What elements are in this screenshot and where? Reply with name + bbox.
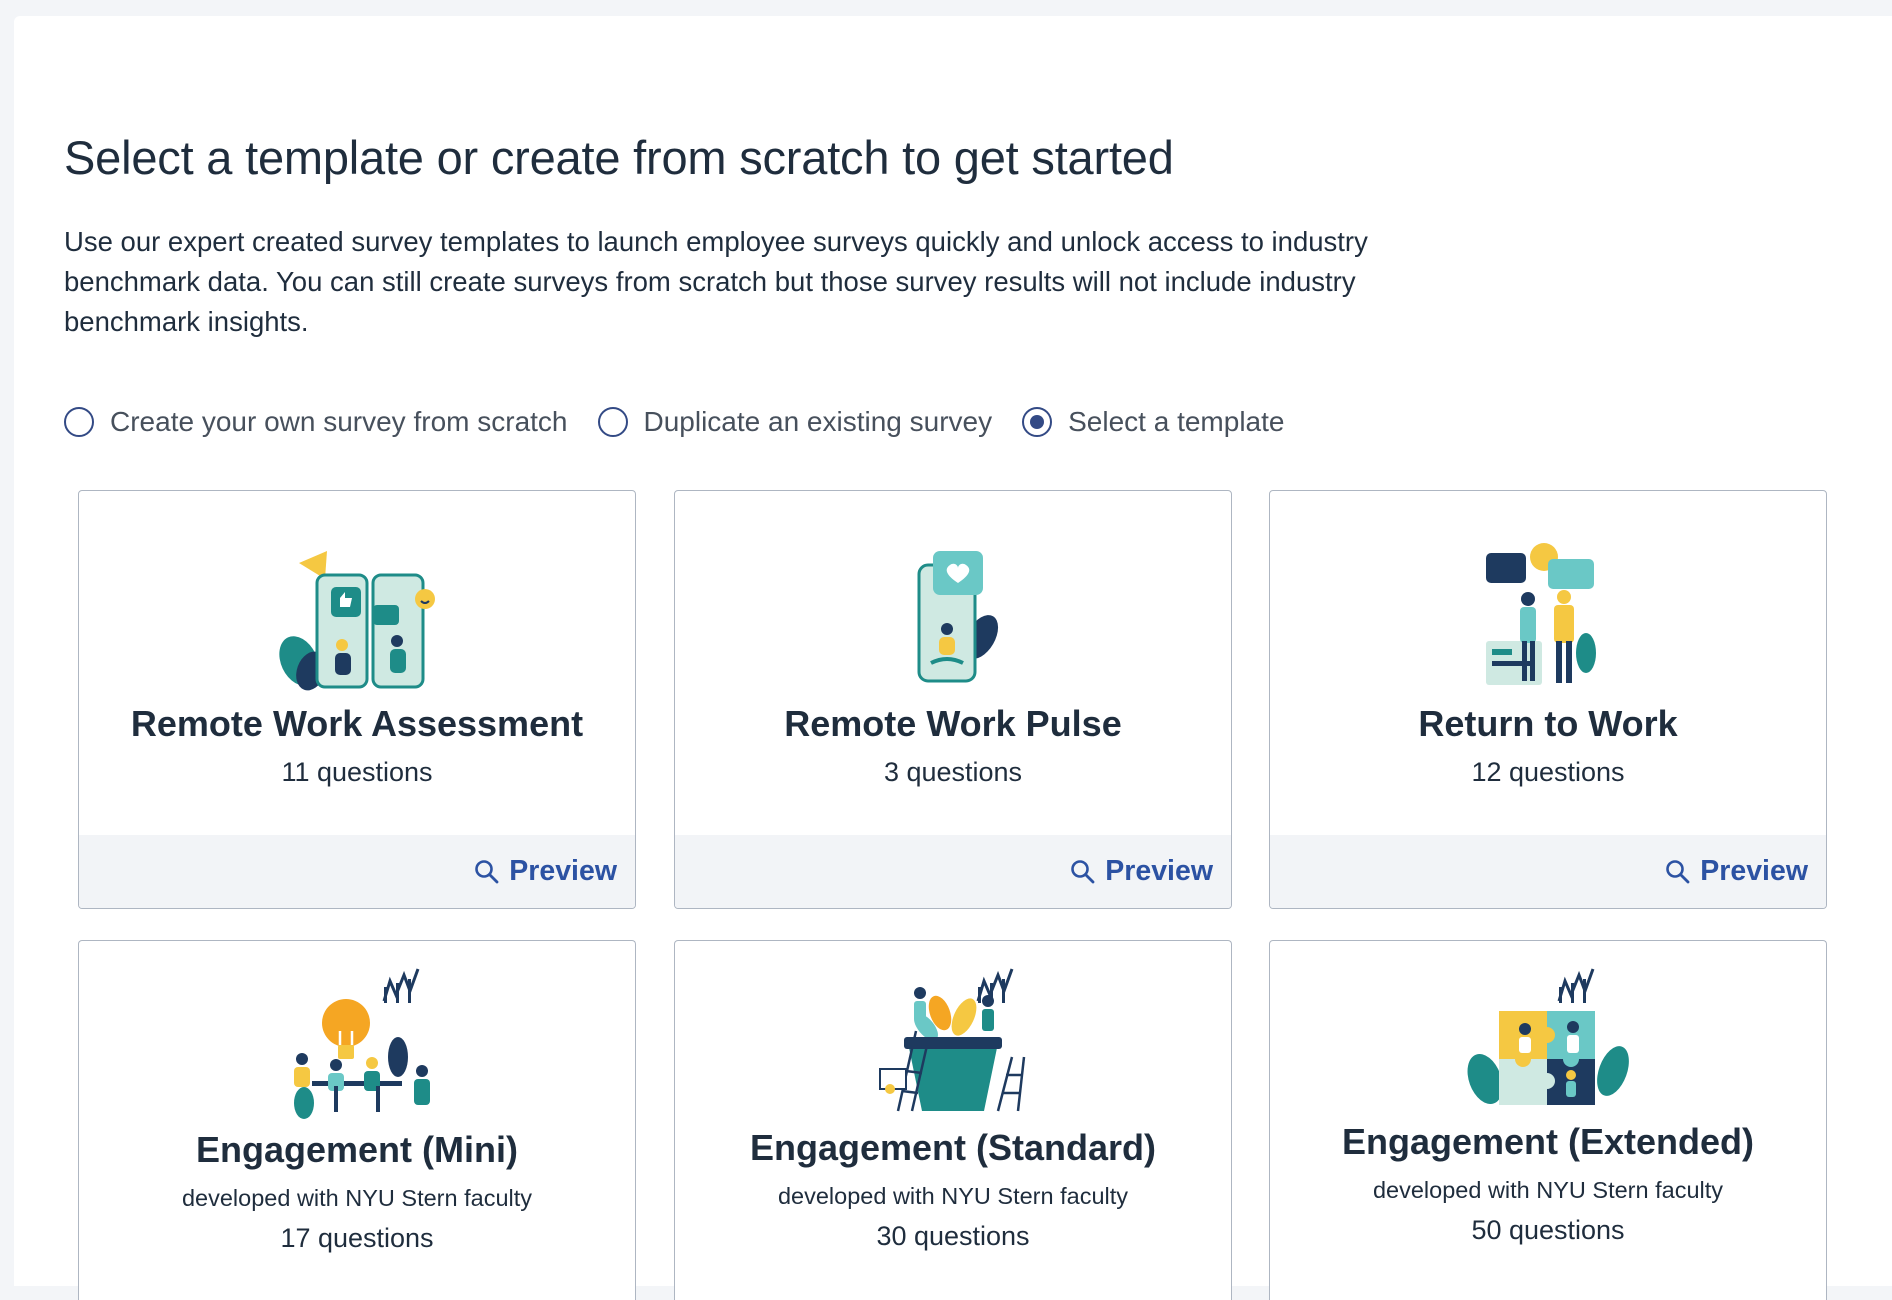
radio-select-template[interactable]	[1022, 407, 1053, 437]
search-icon	[475, 859, 499, 883]
preview-button[interactable]: Preview	[1070, 855, 1213, 888]
template-name: Engagement (Standard)	[749, 1127, 1157, 1168]
template-subtitle: developed with NYU Stern faculty	[1372, 1177, 1724, 1203]
search-icon	[1071, 859, 1095, 883]
card-footer: Preview	[675, 835, 1231, 908]
question-count: 30 questions	[876, 1221, 1030, 1251]
survey-source-options: Create your own survey from scratch Dupl…	[64, 402, 1284, 442]
preview-button[interactable]: Preview	[1665, 855, 1808, 888]
search-icon	[1666, 859, 1690, 883]
template-name: Engagement (Mini)	[196, 1129, 518, 1170]
template-card-engagement-extended[interactable]: Engagement (Extended) developed with NYU…	[1269, 940, 1827, 1300]
puzzle-team-illustration-icon	[1467, 968, 1629, 1105]
growth-pot-illustration-icon	[879, 968, 1026, 1112]
template-subtitle: developed with NYU Stern faculty	[181, 1185, 533, 1211]
template-card-remote-work-pulse[interactable]: Remote Work Pulse 3 questions Preview	[674, 490, 1232, 909]
preview-label: Preview	[1700, 855, 1808, 887]
page-title: Select a template or create from scratch…	[64, 131, 1174, 184]
template-card-return-to-work[interactable]: Return to Work 12 questions Preview	[1269, 490, 1827, 909]
question-count: 50 questions	[1471, 1215, 1625, 1245]
template-name: Return to Work	[1418, 703, 1678, 744]
preview-button[interactable]: Preview	[474, 855, 617, 888]
preview-label: Preview	[509, 855, 617, 887]
page-description: Use our expert created survey templates …	[64, 226, 1368, 337]
question-count: 11 questions	[281, 757, 433, 787]
template-name: Engagement (Extended)	[1341, 1121, 1755, 1162]
card-footer: Preview	[79, 835, 635, 908]
office-handshake-illustration-icon	[1486, 543, 1596, 685]
option-label: Duplicate an existing survey	[643, 406, 993, 437]
option-create-from-scratch[interactable]: Create your own survey from scratch	[64, 406, 568, 438]
template-subtitle: developed with NYU Stern faculty	[777, 1183, 1129, 1209]
template-name: Remote Work Assessment	[130, 703, 584, 744]
template-name: Remote Work Pulse	[784, 703, 1122, 744]
template-card-engagement-standard[interactable]: Engagement (Standard) developed with NYU…	[674, 940, 1232, 1300]
question-count: 12 questions	[1471, 757, 1625, 787]
option-duplicate-existing[interactable]: Duplicate an existing survey	[597, 406, 993, 438]
radio-create-from-scratch[interactable]	[64, 407, 94, 437]
question-count: 3 questions	[883, 757, 1023, 787]
phone-heart-illustration-icon	[917, 551, 999, 683]
card-footer: Preview	[1270, 835, 1826, 908]
remote-work-illustration-icon	[279, 551, 435, 691]
option-label: Select a template	[1068, 406, 1285, 437]
question-count: 17 questions	[280, 1223, 434, 1253]
option-label: Create your own survey from scratch	[110, 406, 568, 437]
lightbulb-team-illustration-icon	[294, 968, 430, 1119]
template-card-engagement-mini[interactable]: Engagement (Mini) developed with NYU Ste…	[78, 940, 636, 1300]
template-card-remote-work-assessment[interactable]: Remote Work Assessment 11 questions Prev…	[78, 490, 636, 909]
preview-label: Preview	[1105, 855, 1213, 887]
radio-duplicate-existing[interactable]	[597, 407, 628, 437]
option-select-template[interactable]: Select a template	[1022, 406, 1284, 438]
